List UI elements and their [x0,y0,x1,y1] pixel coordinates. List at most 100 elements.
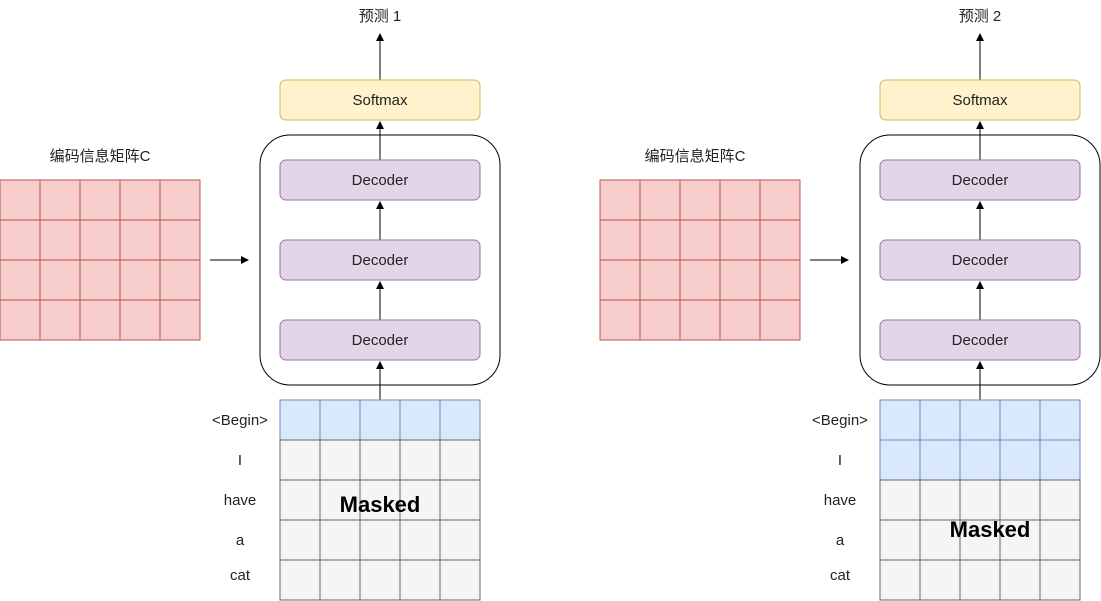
masked-token-cell [279,479,321,521]
masked-token-cell [959,559,1001,601]
visible-token-cell [879,439,921,481]
masked-token-cell [359,439,401,481]
encoding-cell [679,179,721,221]
masked-label: Masked [340,492,421,517]
masked-token-cell [879,479,921,521]
masked-token-cell [1039,559,1081,601]
encoding-cell [119,179,161,221]
masked-token-cell [319,439,361,481]
prediction-label: 预测 1 [359,8,402,25]
encoding-cell [39,259,81,301]
encoding-cell [159,219,201,261]
encoding-cell [719,299,761,341]
softmax-label: Softmax [952,92,1008,109]
token-label-a: a [836,532,845,549]
encoding-cell [39,219,81,261]
panel-1: 预测 1 Softmax Decoder Decoder Decoder 编码信… [0,8,501,601]
masked-token-cell [999,559,1041,601]
encoding-cell [639,219,681,261]
masked-token-cell [919,559,961,601]
encoding-cell [719,259,761,301]
encoding-matrix [599,179,801,341]
masked-label: Masked [950,517,1031,542]
encoding-cell [599,259,641,301]
masked-token-cell [399,559,441,601]
token-label-have: have [824,492,857,509]
encoding-cell [759,259,801,301]
visible-token-cell [279,399,321,441]
masked-token-cell [879,519,921,561]
visible-token-cell [1039,439,1081,481]
decoder-label: Decoder [952,172,1009,189]
token-label-begin: <Begin> [812,412,868,429]
encoding-cell [679,219,721,261]
visible-token-cell [999,399,1041,441]
visible-token-cell [1039,399,1081,441]
encoding-cell [639,259,681,301]
encoding-cell [0,219,41,261]
encoding-cell [639,179,681,221]
token-label-cat: cat [830,567,851,584]
masked-token-cell [1039,519,1081,561]
encoding-cell [599,299,641,341]
decoder-label: Decoder [952,252,1009,269]
encoding-cell [0,299,41,341]
masked-token-cell [439,519,481,561]
visible-token-cell [999,439,1041,481]
prediction-label: 预测 2 [959,8,1002,25]
encoding-cell [759,299,801,341]
visible-token-cell [919,439,961,481]
diagram-canvas: 预测 1 Softmax Decoder Decoder Decoder 编码信… [0,8,1101,601]
encoding-cell [119,259,161,301]
visible-token-cell [439,399,481,441]
encoding-cell [79,259,121,301]
visible-token-cell [919,399,961,441]
masked-token-cell [439,559,481,601]
encoding-cell [759,219,801,261]
visible-token-cell [319,399,361,441]
encoding-cell [599,219,641,261]
encoding-cell [119,299,161,341]
token-label-cat: cat [230,567,251,584]
masked-token-cell [399,519,441,561]
encoding-cell [159,179,201,221]
encoding-cell [639,299,681,341]
encoding-cell [39,179,81,221]
masked-token-cell [879,559,921,601]
decoder-label: Decoder [952,332,1009,349]
token-label-i: I [838,452,842,469]
masked-token-cell [959,479,1001,521]
encoding-cell [679,299,721,341]
encoding-cell [159,299,201,341]
masked-token-cell [359,559,401,601]
token-label-have: have [224,492,257,509]
encoding-cell [0,259,41,301]
encoding-cell [0,179,41,221]
visible-token-cell [959,399,1001,441]
encoding-cell [79,299,121,341]
visible-token-cell [879,399,921,441]
encoding-cell [599,179,641,221]
visible-token-cell [959,439,1001,481]
masked-token-cell [279,439,321,481]
masked-token-cell [319,519,361,561]
encoding-cell [759,179,801,221]
masked-token-cell [399,439,441,481]
encoding-cell [159,259,201,301]
input-token-matrix [879,399,1081,601]
masked-token-cell [319,559,361,601]
decoder-label: Decoder [352,172,409,189]
visible-token-cell [399,399,441,441]
encoding-matrix-label: 编码信息矩阵C [50,148,151,165]
masked-token-cell [439,439,481,481]
masked-token-cell [439,479,481,521]
encoding-cell [719,219,761,261]
encoding-cell [39,299,81,341]
masked-token-cell [919,479,961,521]
masked-token-cell [279,559,321,601]
visible-token-cell [359,399,401,441]
encoding-matrix [0,179,201,341]
encoding-cell [79,179,121,221]
encoding-cell [719,179,761,221]
masked-token-cell [1039,479,1081,521]
